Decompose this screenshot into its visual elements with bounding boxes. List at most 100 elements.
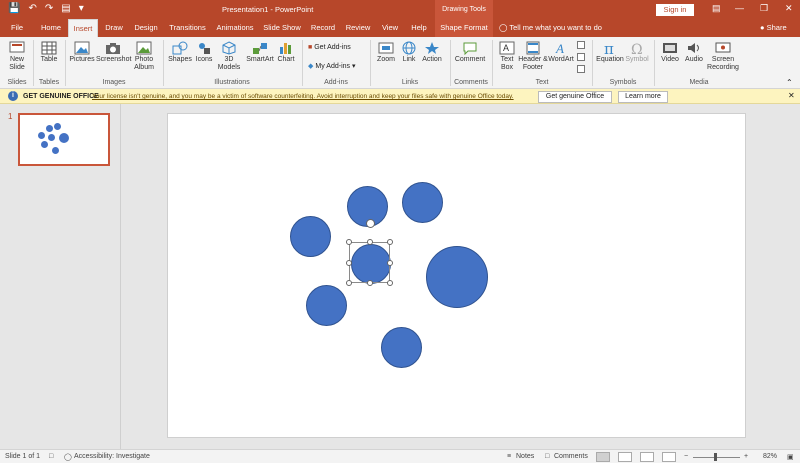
tab-transitions[interactable]: Transitions <box>165 19 210 37</box>
table-button[interactable]: Table <box>37 39 61 64</box>
tab-slide-show[interactable]: Slide Show <box>260 19 304 37</box>
tab-review[interactable]: Review <box>342 19 374 37</box>
omega-icon: Ω <box>631 42 643 55</box>
accessibility-icon: ◯ <box>64 454 72 461</box>
window-title: Presentation1 - PowerPoint <box>222 5 314 14</box>
symbol-button[interactable]: Ω Symbol <box>624 39 650 64</box>
sign-in-button[interactable]: Sign in <box>656 4 694 16</box>
circle-shape[interactable] <box>381 327 422 368</box>
action-label: Action <box>422 56 442 63</box>
rotate-handle-icon[interactable] <box>366 219 375 228</box>
circle-shape[interactable] <box>426 246 488 308</box>
notes-button[interactable]: Notes <box>516 453 534 460</box>
close-icon[interactable]: ✕ <box>788 91 795 100</box>
zoom-out-icon[interactable]: − <box>684 453 688 460</box>
object-icon[interactable] <box>577 65 585 73</box>
tab-insert[interactable]: Insert <box>68 19 98 37</box>
restore-icon[interactable]: ❐ <box>760 3 768 14</box>
store-icon: ■ <box>308 44 313 51</box>
table-icon <box>41 41 57 55</box>
video-button[interactable]: Video <box>658 39 682 64</box>
comment-button[interactable]: Comment <box>454 39 486 64</box>
chart-button[interactable]: Chart <box>275 39 297 64</box>
resize-handle[interactable] <box>387 239 393 245</box>
resize-handle[interactable] <box>387 280 393 286</box>
pictures-button[interactable]: Pictures <box>69 39 95 64</box>
smartart-button[interactable]: SmartArt <box>245 39 275 64</box>
circle-shape[interactable] <box>290 216 331 257</box>
thumbnail-shape <box>54 123 61 130</box>
circle-shape[interactable] <box>306 285 347 326</box>
undo-icon[interactable]: ↶ <box>28 3 36 15</box>
resize-handle[interactable] <box>367 239 373 245</box>
resize-handle[interactable] <box>346 239 352 245</box>
circle-shape[interactable] <box>402 182 443 223</box>
normal-view-button[interactable] <box>596 452 610 462</box>
reading-view-button[interactable] <box>640 452 654 462</box>
tab-help[interactable]: Help <box>406 19 432 37</box>
zoom-level[interactable]: 82% <box>763 453 777 460</box>
screenshot-button[interactable]: Screenshot <box>96 39 131 64</box>
my-addins-button[interactable]: ◆ My Add-ins ▾ <box>308 62 356 71</box>
screen-recording-button[interactable]: Screen Recording <box>706 39 740 72</box>
collapse-ribbon-icon[interactable]: ⌃ <box>786 78 793 87</box>
accessibility-status[interactable]: Accessibility: Investigate <box>74 453 150 460</box>
group-label-addins: Add-ins <box>324 79 348 86</box>
svg-text:π: π <box>604 41 614 55</box>
customize-qat-icon[interactable]: ▾ <box>79 3 84 15</box>
date-time-icon[interactable] <box>577 41 585 49</box>
get-genuine-office-button[interactable]: Get genuine Office <box>538 91 612 103</box>
redo-icon[interactable]: ↷ <box>45 3 53 15</box>
resize-handle[interactable] <box>346 260 352 266</box>
shapes-button[interactable]: Shapes <box>167 39 193 64</box>
screen-recording-label: Screen Recording <box>707 56 739 71</box>
header-footer-button[interactable]: Header & Footer <box>518 39 548 72</box>
present-icon[interactable]: ▤ <box>61 3 70 15</box>
photo-album-button[interactable]: Photo Album <box>130 39 158 72</box>
slide-canvas[interactable] <box>167 113 746 438</box>
comments-button[interactable]: Comments <box>554 453 588 460</box>
slide-thumbnail[interactable] <box>18 113 110 166</box>
fit-to-window-icon[interactable]: ▣ <box>787 453 794 461</box>
minimize-icon[interactable]: — <box>735 3 744 13</box>
slide-sorter-view-button[interactable] <box>618 452 632 462</box>
zoom-in-icon[interactable]: + <box>744 453 748 460</box>
tab-record[interactable]: Record <box>307 19 339 37</box>
tab-draw[interactable]: Draw <box>101 19 127 37</box>
group-label-text: Text <box>535 79 549 86</box>
action-button[interactable]: Action <box>420 39 444 64</box>
text-box-button[interactable]: A Text Box <box>496 39 518 72</box>
equation-button[interactable]: π Equation <box>596 39 624 64</box>
tab-file[interactable]: File <box>3 19 31 37</box>
audio-button[interactable]: Audio <box>682 39 706 64</box>
infobar-message[interactable]: Your license isn't genuine, and you may … <box>92 93 514 100</box>
tab-animations[interactable]: Animations <box>213 19 257 37</box>
learn-more-button[interactable]: Learn more <box>618 91 668 103</box>
spelling-icon[interactable]: □ <box>49 453 53 460</box>
link-button[interactable]: Link <box>398 39 420 64</box>
tab-design[interactable]: Design <box>130 19 162 37</box>
tab-view[interactable]: View <box>377 19 403 37</box>
save-icon[interactable]: 💾 <box>8 3 20 15</box>
new-slide-icon <box>9 41 25 53</box>
3d-models-button[interactable]: 3D Models <box>215 39 243 72</box>
ribbon-display-icon[interactable]: ▤ <box>712 3 721 14</box>
get-addins-button[interactable]: ■ Get Add-ins <box>308 44 351 51</box>
resize-handle[interactable] <box>367 280 373 286</box>
tab-shape-format[interactable]: Shape Format <box>435 19 493 37</box>
icons-button[interactable]: Icons <box>193 39 215 64</box>
resize-handle[interactable] <box>346 280 352 286</box>
resize-handle[interactable] <box>387 260 393 266</box>
share-button[interactable]: ● Share <box>760 19 787 37</box>
slide-show-view-button[interactable] <box>662 452 676 462</box>
tab-home[interactable]: Home <box>36 19 66 37</box>
zoom-icon <box>378 42 394 54</box>
close-icon[interactable]: ✕ <box>785 3 793 14</box>
zoom-button[interactable]: Zoom <box>374 39 398 64</box>
zoom-slider-thumb[interactable] <box>714 453 717 461</box>
wordart-button[interactable]: A WordArt <box>548 39 574 64</box>
new-slide-button[interactable]: New Slide <box>5 39 29 72</box>
lightbulb-icon: ◯ <box>499 23 508 32</box>
slide-number-icon[interactable] <box>577 53 585 61</box>
tell-me-box[interactable]: ◯ Tell me what you want to do <box>499 19 602 37</box>
